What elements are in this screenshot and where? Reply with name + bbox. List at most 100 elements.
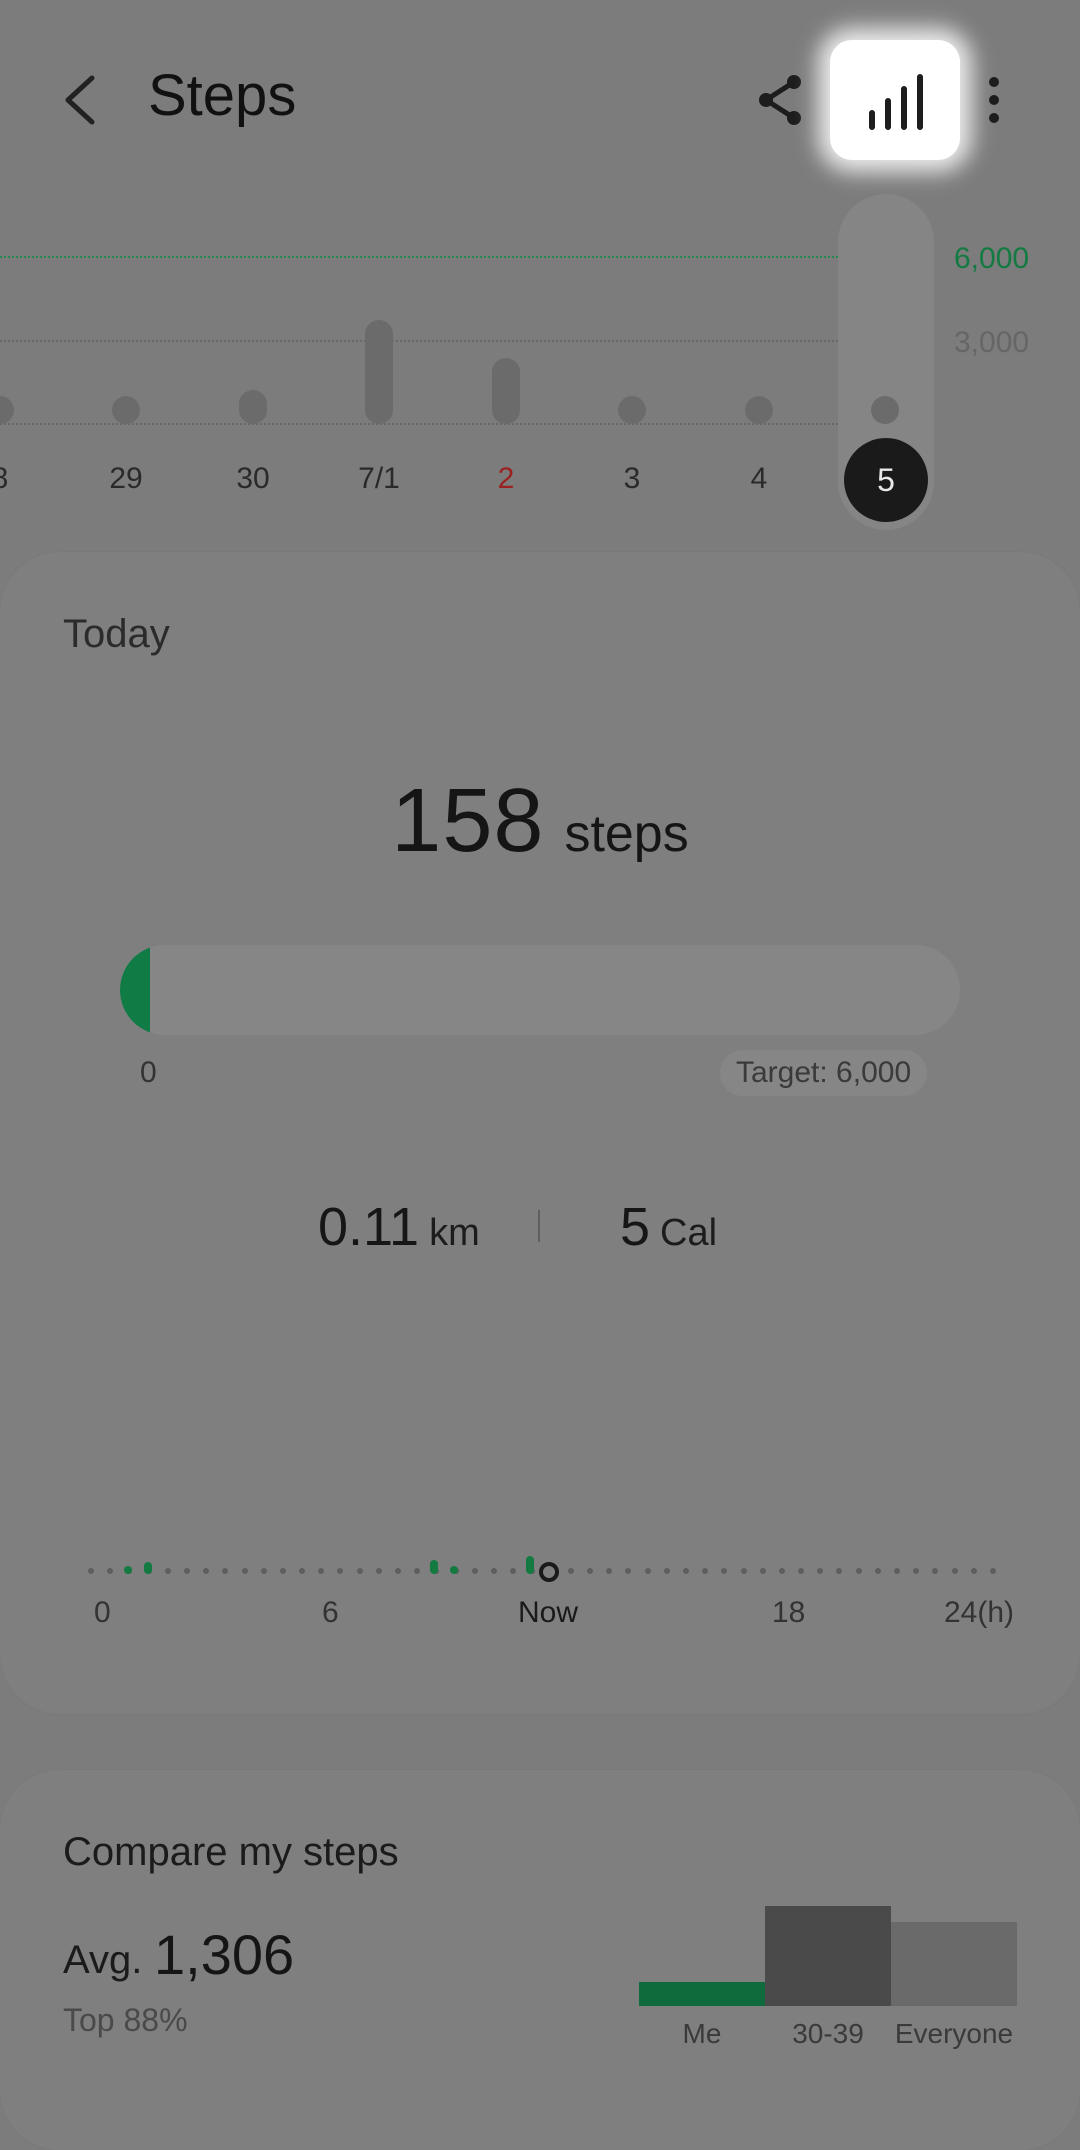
timeline-dot xyxy=(760,1568,766,1574)
metric-divider xyxy=(538,1210,540,1242)
steps-summary: 158 steps xyxy=(0,770,1080,873)
timeline-dot xyxy=(587,1568,593,1574)
hour-activity-bar xyxy=(144,1562,152,1574)
timeline-dot xyxy=(318,1568,324,1574)
bar-chart-icon xyxy=(869,74,923,130)
timeline-dot xyxy=(337,1568,343,1574)
timeline-dot xyxy=(242,1568,248,1574)
calories-value: 5 xyxy=(620,1197,651,1257)
timeline-dot xyxy=(798,1568,804,1574)
timeline-dot xyxy=(510,1568,516,1574)
compare-bar-age-group xyxy=(765,1906,891,2006)
steps-progress-fill xyxy=(120,945,150,1035)
day-label[interactable]: 29 xyxy=(86,462,166,496)
day-bar[interactable] xyxy=(112,396,140,424)
day-bar[interactable] xyxy=(0,396,14,424)
compare-label-age: 30-39 xyxy=(792,2018,864,2049)
timeline-dot xyxy=(625,1568,631,1574)
timeline-dot xyxy=(913,1568,919,1574)
timeline-dot xyxy=(856,1568,862,1574)
timeline-dot xyxy=(261,1568,267,1574)
timeline-dot xyxy=(414,1568,420,1574)
day-bar[interactable] xyxy=(492,358,520,424)
timeline-label: 0 xyxy=(94,1596,111,1629)
steps-progress-bar xyxy=(120,945,960,1035)
timeline-dot xyxy=(606,1568,612,1574)
compare-title: Compare my steps xyxy=(63,1830,399,1874)
avg-value: 1,306 xyxy=(154,1923,295,1986)
timeline-dot xyxy=(645,1568,651,1574)
compare-label-everyone: Everyone xyxy=(894,2018,1014,2049)
share-button[interactable] xyxy=(752,70,812,130)
timeline-dot xyxy=(894,1568,900,1574)
hour-activity-bar xyxy=(124,1566,132,1574)
hour-activity-bar xyxy=(430,1560,438,1574)
goal-gridline xyxy=(0,256,838,258)
compare-label-me: Me xyxy=(682,2018,722,2049)
timeline-dot xyxy=(664,1568,670,1574)
back-button[interactable] xyxy=(48,60,118,140)
timeline-dot xyxy=(836,1568,842,1574)
timeline-dot xyxy=(741,1568,747,1574)
timeline-dot xyxy=(280,1568,286,1574)
timeline-dot xyxy=(299,1568,305,1574)
day-label[interactable]: 7/1 xyxy=(339,462,419,496)
timeline-dot xyxy=(88,1568,94,1574)
timeline-dot xyxy=(683,1568,689,1574)
timeline-label: 6 xyxy=(322,1596,339,1629)
day-label[interactable]: 30 xyxy=(213,462,293,496)
more-vert-icon xyxy=(989,77,999,123)
day-label-sunday[interactable]: 2 xyxy=(466,462,546,496)
distance-unit: km xyxy=(429,1212,480,1254)
compare-bar-me xyxy=(639,1982,765,2006)
page-title: Steps xyxy=(148,63,297,128)
timeline-dot xyxy=(376,1568,382,1574)
back-arrow-icon xyxy=(65,75,95,125)
day-bar[interactable] xyxy=(239,390,267,424)
timeline-dot xyxy=(107,1568,113,1574)
timeline-dot xyxy=(357,1568,363,1574)
day-label[interactable]: 8 xyxy=(0,462,40,496)
progress-start-label: 0 xyxy=(140,1056,157,1089)
more-options-button[interactable] xyxy=(968,70,1018,130)
day-label[interactable]: 4 xyxy=(719,462,799,496)
day-bar[interactable] xyxy=(365,320,393,424)
target-badge: Target: 6,000 xyxy=(720,1050,928,1096)
timeline-dot xyxy=(184,1568,190,1574)
top-percentile: Top 88% xyxy=(63,2002,188,2038)
today-card xyxy=(0,552,1080,1714)
hour-activity-bar xyxy=(526,1556,534,1574)
trends-button[interactable] xyxy=(830,40,960,160)
y-axis-goal-label: 6,000 xyxy=(954,242,1030,275)
timeline-dot xyxy=(568,1568,574,1574)
timeline-dot xyxy=(702,1568,708,1574)
calories-unit: Cal xyxy=(660,1212,718,1254)
mid-gridline xyxy=(0,340,838,342)
day-bar-selected[interactable] xyxy=(871,396,899,424)
timeline-dot xyxy=(779,1568,785,1574)
selected-day-label[interactable]: 5 xyxy=(844,438,928,522)
timeline-dot xyxy=(165,1568,171,1574)
timeline-dot xyxy=(952,1568,958,1574)
distance-metric: 0.11 km xyxy=(318,1196,480,1258)
day-bar[interactable] xyxy=(745,396,773,424)
timeline-label: 24(h) xyxy=(944,1596,1015,1629)
steps-value: 158 xyxy=(391,771,545,871)
avg-prefix: Avg. xyxy=(63,1938,143,1982)
timeline-dot xyxy=(875,1568,881,1574)
timeline-dot xyxy=(222,1568,228,1574)
day-bar[interactable] xyxy=(618,396,646,424)
distance-value: 0.11 xyxy=(318,1197,420,1257)
timeline-dot xyxy=(203,1568,209,1574)
day-label[interactable]: 3 xyxy=(592,462,672,496)
today-label: Today xyxy=(63,612,170,656)
compare-bar-everyone xyxy=(891,1922,1017,2006)
share-icon xyxy=(759,75,801,125)
timeline-dot xyxy=(395,1568,401,1574)
y-axis-mid-label: 3,000 xyxy=(954,326,1030,359)
timeline-dot xyxy=(472,1568,478,1574)
now-marker xyxy=(539,1562,559,1582)
timeline-dot xyxy=(817,1568,823,1574)
hour-activity-bar xyxy=(450,1566,458,1574)
timeline-label-now: Now xyxy=(518,1596,579,1629)
